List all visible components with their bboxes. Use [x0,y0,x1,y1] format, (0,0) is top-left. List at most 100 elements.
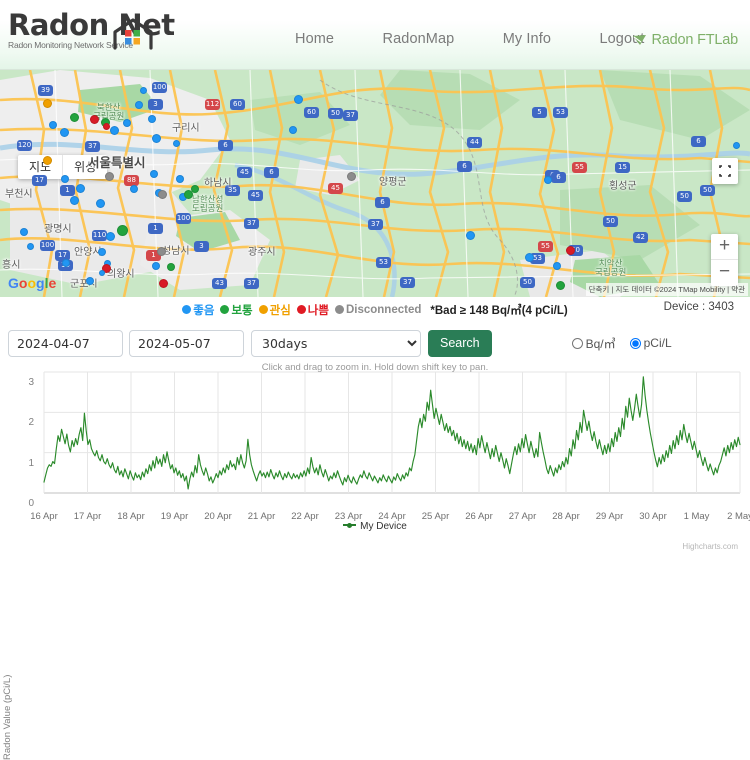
map-device-marker[interactable] [294,95,303,104]
fullscreen-icon[interactable] [712,158,738,184]
chart-x-tick: 26 Apr [465,511,492,522]
map-device-marker[interactable] [106,232,115,241]
map-device-marker[interactable] [98,248,106,256]
map-device-marker[interactable] [105,172,114,181]
map-device-marker[interactable] [167,263,175,271]
chart-x-tick: 27 Apr [509,511,536,522]
map-place-label: 하남시 [204,174,232,189]
map-device-marker[interactable] [150,170,158,178]
map-device-marker[interactable] [70,113,79,122]
chart-plot-area[interactable] [0,360,750,520]
map-device-marker[interactable] [103,123,110,130]
date-to-input[interactable] [129,330,244,357]
unit-bq-option[interactable]: Bq/㎥ [572,335,616,352]
map-device-marker[interactable] [553,262,561,270]
chart-x-tick: 21 Apr [248,511,275,522]
map-place-label: 치악산국립공원 [595,260,626,278]
main-navigation: Home RadonMap My Info Logout [295,30,644,56]
map-zoom-control[interactable]: + − [711,234,738,286]
map-place-label: 양평군 [379,173,407,188]
map-device-marker[interactable] [157,247,166,256]
map-device-marker[interactable] [130,185,138,193]
map-device-marker[interactable] [140,87,147,94]
range-select[interactable]: 30days [251,330,421,357]
map-device-marker[interactable] [556,281,565,290]
date-from-input[interactable] [8,330,123,357]
map-device-marker[interactable] [733,142,740,149]
map-device-marker[interactable] [76,184,85,193]
map-device-marker[interactable] [158,190,167,199]
zoom-in-button[interactable]: + [711,234,738,260]
site-logo[interactable]: Radon Net Radon Monitoring Network Servi… [8,8,208,62]
radon-map[interactable]: 지도 위성 + − Google 단축키 | 지도 데이터 ©2024 TMap… [0,70,750,297]
map-device-marker[interactable] [27,243,34,250]
map-device-marker[interactable] [60,128,69,137]
map-device-marker[interactable] [62,259,70,267]
map-device-marker[interactable] [117,225,128,236]
map-place-label: 성남시 [162,242,190,257]
chart-x-tick: 22 Apr [291,511,318,522]
map-road-shield: 120 [17,140,32,151]
map-device-marker[interactable] [176,175,184,183]
radon-timeseries-chart[interactable]: Click and drag to zoom in. Hold down shi… [0,360,750,560]
radon-ftlab-brand[interactable]: Radon FTLab [632,32,738,48]
device-count: Device : 3403 [664,301,734,313]
map-device-marker[interactable] [86,277,94,285]
site-header: Radon Net Radon Monitoring Network Servi… [0,0,750,70]
search-button[interactable]: Search [428,330,492,357]
nav-radonmap[interactable]: RadonMap [383,31,455,47]
map-device-marker[interactable] [148,115,156,123]
map-road-shield: 50 [520,277,535,288]
nav-home[interactable]: Home [295,31,334,47]
map-device-marker[interactable] [43,99,52,108]
map-road-shield: 37 [244,278,259,289]
map-road-shield: 1 [60,185,75,196]
map-road-shield: 44 [467,137,482,148]
map-device-marker[interactable] [20,228,28,236]
legend-good: 좋음 [182,302,214,318]
map-road-shield: 43 [212,278,227,289]
map-road-shield: 37 [400,277,415,288]
unit-radio-group: Bq/㎥ pCi/L [572,335,672,352]
map-road-shield: 15 [615,162,630,173]
map-device-marker[interactable] [61,175,69,183]
chart-y-tick: 2 [10,417,34,428]
chart-x-tick: 25 Apr [422,511,449,522]
nav-my-info[interactable]: My Info [503,31,551,47]
chart-x-tick: 2 May [727,511,750,522]
unit-bq-radio[interactable] [572,338,583,349]
chart-y-tick: 1 [10,458,34,469]
map-device-marker[interactable] [525,253,534,262]
map-device-marker[interactable] [347,172,356,181]
map-device-marker[interactable] [70,196,79,205]
map-device-marker[interactable] [43,156,52,165]
map-device-marker[interactable] [159,279,168,288]
map-place-label: 구리시 [172,119,200,134]
map-device-marker[interactable] [566,246,575,255]
map-device-marker[interactable] [123,119,131,127]
unit-pci-radio[interactable] [630,338,641,349]
map-place-label: 부천시 [5,185,33,200]
map-device-marker[interactable] [49,121,57,129]
map-device-marker[interactable] [191,185,199,193]
chart-legend[interactable]: My Device [0,521,750,532]
map-device-marker[interactable] [152,134,161,143]
house-grid-icon [112,17,154,51]
map-device-marker[interactable] [152,262,160,270]
map-road-shield: 55 [572,162,587,173]
map-device-marker[interactable] [466,231,475,240]
map-device-marker[interactable] [135,101,143,109]
map-road-shield: 45 [248,190,263,201]
map-road-shield: 50 [328,108,343,119]
map-device-marker[interactable] [90,115,99,124]
unit-pci-option[interactable]: pCi/L [630,336,672,350]
map-device-marker[interactable] [173,140,180,147]
map-device-marker[interactable] [96,199,105,208]
legend-caution: 관심 [259,302,291,318]
map-device-marker[interactable] [289,126,297,134]
map-device-marker[interactable] [544,176,552,184]
map-road-shield: 6 [551,172,566,183]
map-device-marker[interactable] [110,126,119,135]
map-device-marker[interactable] [99,270,105,276]
logo-wordmark: Radon Net [8,8,208,42]
